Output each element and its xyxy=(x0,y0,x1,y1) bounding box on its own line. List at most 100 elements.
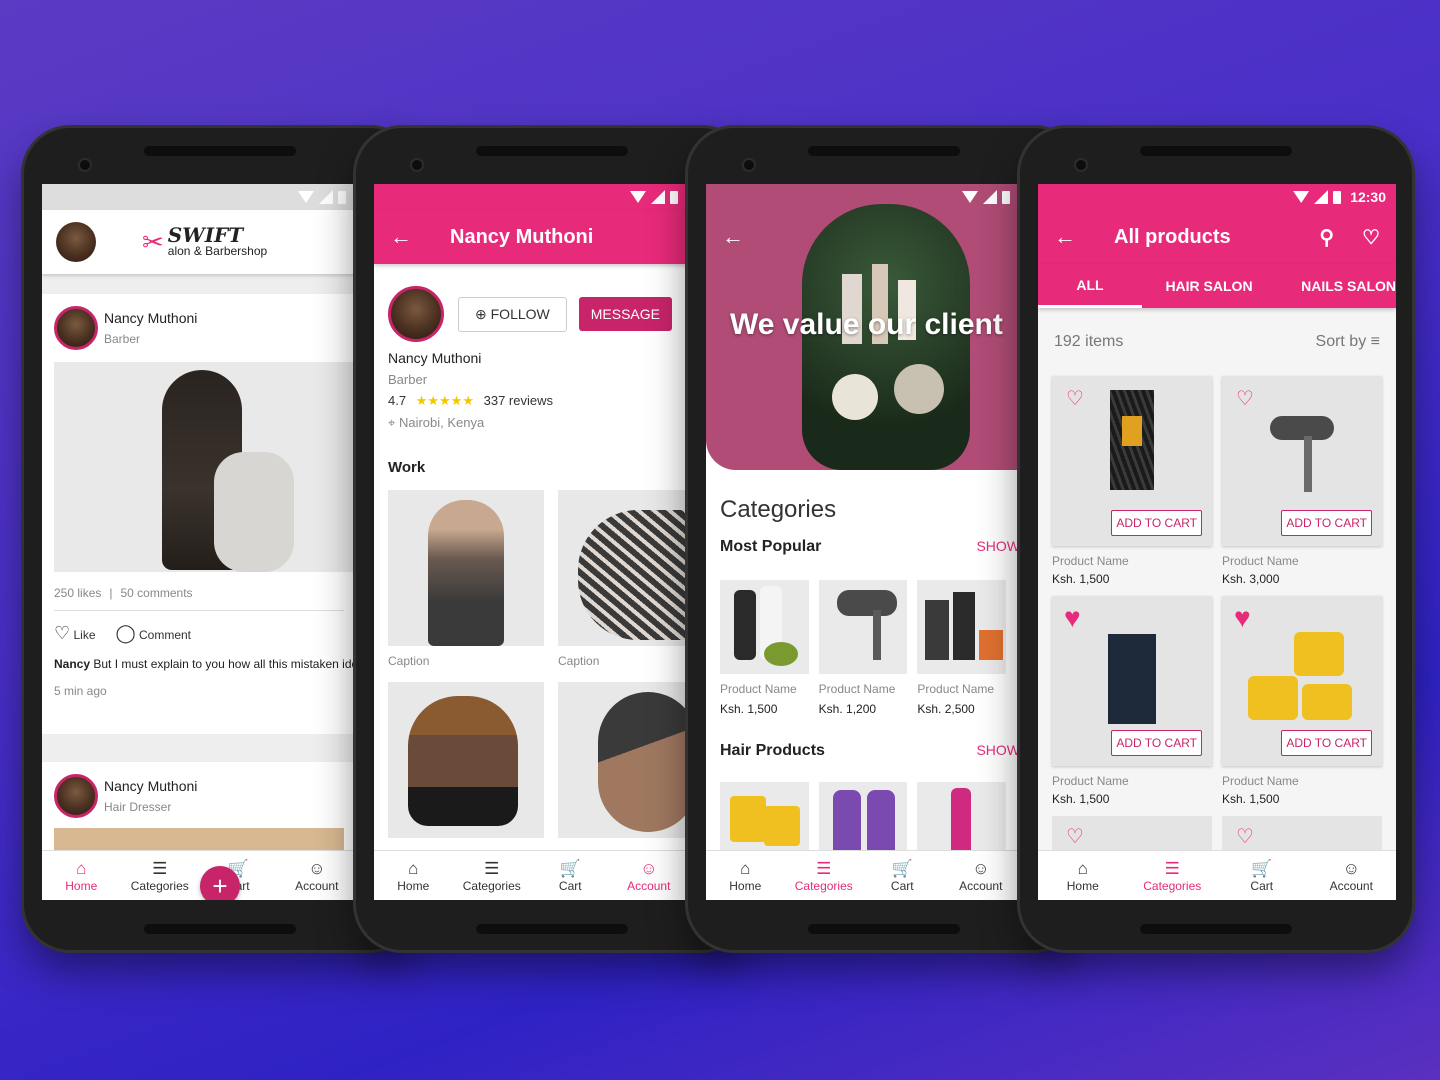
categories-icon: ☰ xyxy=(484,858,500,878)
page-title: Nancy Muthoni xyxy=(450,225,594,248)
profile-screen: ← Nancy Muthoni ⊕ FOLLOW MESSAGE Nancy M… xyxy=(374,184,688,900)
work-heading: Work xyxy=(388,459,426,476)
categories-icon: ☰ xyxy=(152,858,168,878)
section-title: Most Popular xyxy=(720,538,822,555)
back-arrow-icon[interactable]: ← xyxy=(390,224,412,250)
brand-tagline: alon & Barbershop xyxy=(167,244,268,258)
show-all-link[interactable]: SHOW xyxy=(976,538,1020,556)
nav-categories[interactable]: ☰ Categories xyxy=(125,859,195,893)
app-bar: ← All products ⚲ ♡ xyxy=(1038,210,1396,264)
author-avatar[interactable] xyxy=(54,306,98,350)
favorite-filled-icon[interactable]: ♥ xyxy=(1064,602,1081,634)
battery-icon xyxy=(1002,190,1010,204)
status-bar xyxy=(42,184,356,210)
product-price: Ksh. 1,500 xyxy=(1052,572,1110,586)
favorite-icon[interactable]: ♡ xyxy=(1236,386,1254,411)
nav-account[interactable]: ☺ Account xyxy=(946,859,1016,893)
nav-home[interactable]: ⌂ Home xyxy=(46,859,116,893)
nav-categories[interactable]: ☰ Categories xyxy=(457,859,527,893)
nav-home[interactable]: ⌂ Home xyxy=(710,859,780,893)
work-photo xyxy=(558,490,688,646)
work-photo xyxy=(388,682,544,838)
tab-all[interactable]: ALL xyxy=(1038,264,1142,308)
likes-count: 250 likes xyxy=(54,586,102,600)
message-button[interactable]: MESSAGE xyxy=(578,297,672,331)
product-card[interactable]: Product Name Ksh. 2,500 xyxy=(917,580,1007,716)
product-image: ♥ ADD TO CART xyxy=(1052,596,1212,766)
favorite-icon[interactable]: ♡ xyxy=(1236,824,1254,849)
add-to-cart-button[interactable]: ADD TO CART xyxy=(1281,730,1372,756)
add-to-cart-button[interactable]: ADD TO CART xyxy=(1281,510,1372,536)
profile-role: Barber xyxy=(388,372,428,387)
wifi-icon xyxy=(962,191,978,203)
categories-screen: ← We value our client Categories Most Po… xyxy=(706,184,1020,900)
product-card[interactable]: ♥ ADD TO CART Product Name Ksh. 1,500 xyxy=(1052,596,1212,806)
status-time: 12:30 xyxy=(1350,189,1386,205)
nav-cart[interactable]: 🛒Cart xyxy=(867,859,937,893)
heart-icon[interactable]: ♡ xyxy=(1362,225,1380,250)
reviews-count[interactable]: 337 reviews xyxy=(484,393,553,408)
bottom-nav: ⌂Home ☰Categories 🛒Cart ☺Account xyxy=(706,850,1020,900)
work-item[interactable] xyxy=(388,682,544,838)
add-post-fab[interactable]: + xyxy=(200,866,240,900)
product-price: Ksh. 1,200 xyxy=(818,702,877,716)
status-bar: 12:30 xyxy=(1038,184,1396,210)
like-button[interactable]: ♡ Like xyxy=(54,623,96,644)
work-caption: Caption xyxy=(558,654,600,668)
product-name: Product Name xyxy=(1222,554,1299,568)
product-card[interactable]: ♡ ADD TO CART Product Name Ksh. 1,500 xyxy=(1052,376,1212,586)
sweater-shape xyxy=(214,452,294,572)
nav-account[interactable]: ☺ Account xyxy=(282,859,352,893)
show-all-link[interactable]: SHOW xyxy=(976,742,1020,760)
back-arrow-icon[interactable]: ← xyxy=(722,224,744,250)
nav-account[interactable]: ☺ Account xyxy=(1316,859,1386,893)
work-item[interactable]: Caption xyxy=(558,490,688,668)
favorite-icon[interactable]: ♡ xyxy=(1066,386,1084,411)
work-item[interactable]: Caption xyxy=(388,490,544,668)
add-to-cart-button[interactable]: ADD TO CART xyxy=(1111,510,1202,536)
user-avatar[interactable] xyxy=(56,222,96,262)
battery-icon xyxy=(1333,190,1342,204)
nav-categories[interactable]: ☰ Categories xyxy=(789,859,859,893)
author-name[interactable]: Nancy Muthoni xyxy=(104,778,197,794)
search-icon[interactable]: ⚲ xyxy=(1319,225,1334,250)
favorite-icon[interactable]: ♡ xyxy=(1066,824,1084,849)
product-card[interactable]: Product Name Ksh. 1,200 xyxy=(818,580,908,716)
nav-categories[interactable]: ☰ Categories xyxy=(1137,859,1207,893)
author-name[interactable]: Nancy Muthoni xyxy=(104,310,197,326)
heart-icon: ♡ xyxy=(54,623,71,643)
product-card[interactable]: Product Name Ksh. 1,500 xyxy=(720,580,809,716)
follow-button[interactable]: ⊕ FOLLOW xyxy=(458,296,567,332)
work-caption: Caption xyxy=(388,654,430,668)
sort-button[interactable]: Sort by ≡ xyxy=(1316,333,1380,351)
categories-icon: ☰ xyxy=(816,858,832,878)
item-count: 192 items xyxy=(1054,333,1124,350)
work-item[interactable] xyxy=(558,682,688,838)
home-header: ✂ SWIFT alon & Barbershop xyxy=(42,210,356,274)
product-price: Ksh. 3,000 xyxy=(1222,572,1280,586)
brand-name: SWIFT xyxy=(167,223,244,247)
profile-avatar[interactable] xyxy=(388,286,444,342)
product-price: Ksh. 1,500 xyxy=(1222,792,1280,806)
product-image: ♡ ADD TO CART xyxy=(1222,376,1382,546)
bottom-nav: ⌂Home ☰Categories 🛒Cart ☺Account xyxy=(374,850,688,900)
page-title: All products xyxy=(1114,225,1231,248)
product-card[interactable]: ♡ ADD TO CART Product Name Ksh. 3,000 xyxy=(1222,376,1382,586)
nav-home[interactable]: ⌂ Home xyxy=(378,859,448,893)
favorite-filled-icon[interactable]: ♥ xyxy=(1234,602,1251,634)
nav-cart[interactable]: 🛒Cart xyxy=(1227,859,1297,893)
add-to-cart-button[interactable]: ADD TO CART xyxy=(1111,730,1202,756)
post-stats: 250 likes | 50 comments xyxy=(54,586,193,600)
product-card[interactable]: ♥ ADD TO CART Product Name Ksh. 1,500 xyxy=(1222,596,1382,806)
profile-name: Nancy Muthoni xyxy=(388,350,482,366)
author-role: Hair Dresser xyxy=(104,800,172,814)
nav-home[interactable]: ⌂ Home xyxy=(1048,859,1118,893)
comment-button[interactable]: ◯ Comment xyxy=(116,623,192,644)
back-arrow-icon[interactable]: ← xyxy=(1054,224,1076,250)
tab-hair-salon[interactable]: HAIR SALON xyxy=(1142,278,1276,294)
nav-cart[interactable]: 🛒Cart xyxy=(535,859,605,893)
author-avatar[interactable] xyxy=(54,774,98,818)
post-image[interactable] xyxy=(54,362,354,572)
nav-account[interactable]: ☺ Account xyxy=(614,859,684,893)
tab-nails-salon[interactable]: NAILS SALON xyxy=(1276,278,1396,294)
